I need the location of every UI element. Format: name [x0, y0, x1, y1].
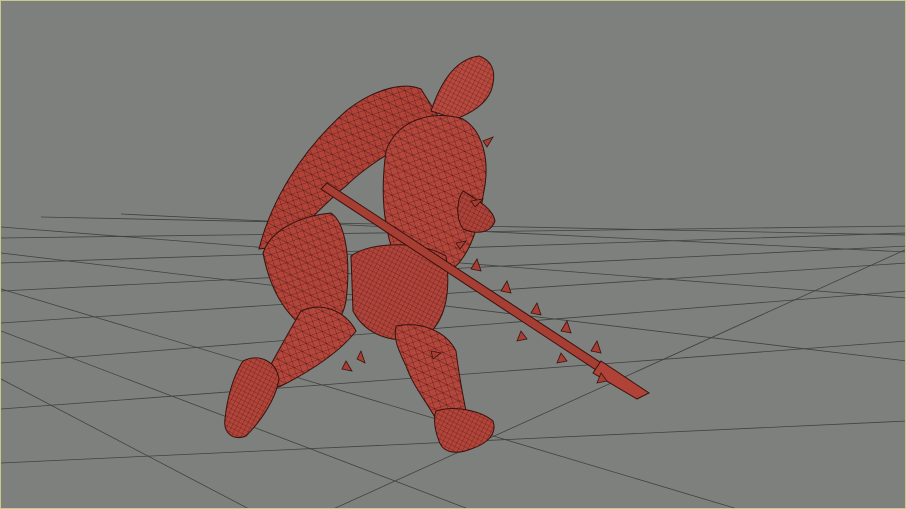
armored-spear-warrior-icon[interactable] — [224, 55, 650, 453]
viewport-canvas[interactable] — [1, 1, 906, 509]
3d-viewport[interactable] — [0, 0, 906, 509]
